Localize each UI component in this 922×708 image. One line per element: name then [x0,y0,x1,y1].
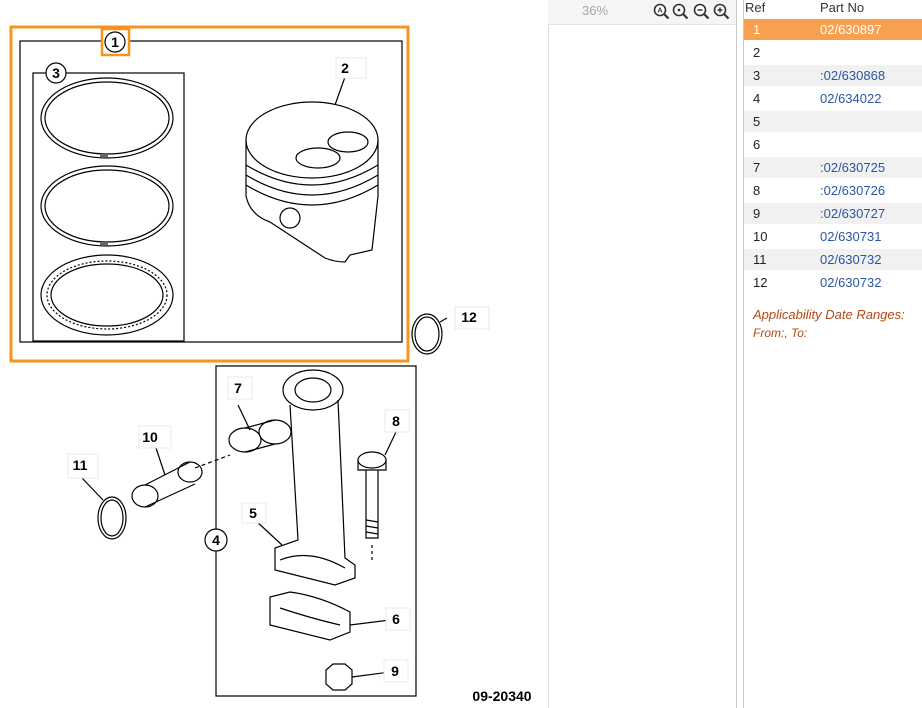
row-ref: 12 [753,275,768,290]
gudgeon-pin-drawing [131,454,231,508]
row-ref: 11 [753,252,767,267]
row-part-no-link[interactable]: 02/630731 [820,229,881,244]
callout-4: 4 [204,528,228,552]
callout-2: 2 [335,57,367,79]
connecting-rod-drawing [269,369,356,641]
parts-row-3[interactable]: 3 :02/630868 [744,65,922,87]
diagram-toolbar: 36% A [548,0,736,25]
zoom-out-icon[interactable] [693,3,710,20]
row-part-no-link[interactable]: 02/634022 [820,91,881,106]
parts-diagram[interactable]: 1 2 3 4 5 6 7 8 9 10 11 12 09-20340 [0,0,548,708]
row-part-no-link[interactable]: 02/630897 [820,22,881,37]
drawing-number: 09-20340 [472,688,531,704]
callout-6-label: 6 [392,611,400,627]
row-ref: 5 [753,114,761,129]
callout-12: 12 [454,306,490,330]
callout-12-label: 12 [461,309,477,325]
exploded-view-drawing: 1 2 3 4 5 6 7 8 9 10 11 12 09-20340 [9,25,532,704]
callout-8-label: 8 [392,413,400,429]
callout-11: 11 [67,453,99,479]
con-rod-nut-drawing [325,663,353,691]
parts-row-4[interactable]: 4 02/634022 [744,88,922,110]
row-ref: 8 [753,183,761,198]
callout-3-label: 3 [52,65,60,81]
parts-row-7[interactable]: 7 :02/630725 [744,157,922,179]
row-part-no-link[interactable]: 02/630732 [820,252,881,267]
row-ref: 3 [753,68,761,83]
row-ref: 1 [753,22,761,37]
callout-9: 9 [383,659,409,683]
callout-10: 10 [138,425,172,449]
part-no-column-header[interactable]: Part No [820,0,864,17]
piston-drawing [245,101,379,263]
parts-row-2[interactable]: 2 [744,42,922,64]
row-ref: 9 [753,206,761,221]
circlip-12-drawing [411,313,443,355]
diagram-gutter [548,25,737,708]
callout-2-label: 2 [341,60,349,76]
parts-row-9[interactable]: 9 :02/630727 [744,203,922,225]
parts-row-12[interactable]: 12 02/630732 [744,272,922,294]
parts-row-8[interactable]: 8 :02/630726 [744,180,922,202]
ring-set-frame [32,72,185,342]
con-rod-bolt-drawing [357,451,387,560]
row-part-no-link[interactable]: 02/630732 [820,275,881,290]
callout-7: 7 [227,376,253,400]
callout-11-label: 11 [73,457,88,473]
row-ref: 10 [753,229,768,244]
panel-splitter[interactable] [736,0,744,708]
small-end-bush-drawing [228,419,292,453]
callout-1: 1 [104,31,126,53]
parts-row-11[interactable]: 11 02/630732 [744,249,922,271]
zoom-auto-icon[interactable]: A [653,3,670,20]
callout-7-label: 7 [234,380,242,396]
callout-10-label: 10 [142,429,158,445]
callout-8: 8 [384,409,410,433]
callout-5-label: 5 [249,505,257,521]
row-ref: 2 [753,45,761,60]
applicability-value: From:, To: [753,326,808,340]
row-ref: 7 [753,160,761,175]
row-part-no-link[interactable]: :02/630725 [820,160,885,175]
row-ref: 6 [753,137,761,152]
applicability-title: Applicability Date Ranges: [753,307,905,322]
row-part-no-link[interactable]: :02/630868 [820,68,885,83]
zoom-in-icon[interactable] [713,3,730,20]
row-part-no-link[interactable]: :02/630726 [820,183,885,198]
svg-text:A: A [657,8,662,15]
callout-4-label: 4 [212,532,220,548]
parts-list-panel: Ref Part No 1 02/630897 2 3 :02/630868 4… [744,0,922,708]
zoom-fit-icon[interactable] [672,3,689,20]
ref-column-header[interactable]: Ref [745,0,765,17]
parts-row-6[interactable]: 6 [744,134,922,156]
parts-row-5[interactable]: 5 [744,111,922,133]
callout-9-label: 9 [391,663,399,679]
zoom-level: 36% [582,3,609,18]
row-part-no-link[interactable]: :02/630727 [820,206,885,221]
callout-1-label: 1 [111,34,119,50]
callout-5: 5 [241,502,267,524]
parts-row-1[interactable]: 1 02/630897 [744,19,922,41]
callout-6: 6 [385,607,411,631]
piston-rings-drawing [40,77,174,336]
parts-row-10[interactable]: 10 02/630731 [744,226,922,248]
callout-3: 3 [45,62,67,84]
row-ref: 4 [753,91,761,106]
